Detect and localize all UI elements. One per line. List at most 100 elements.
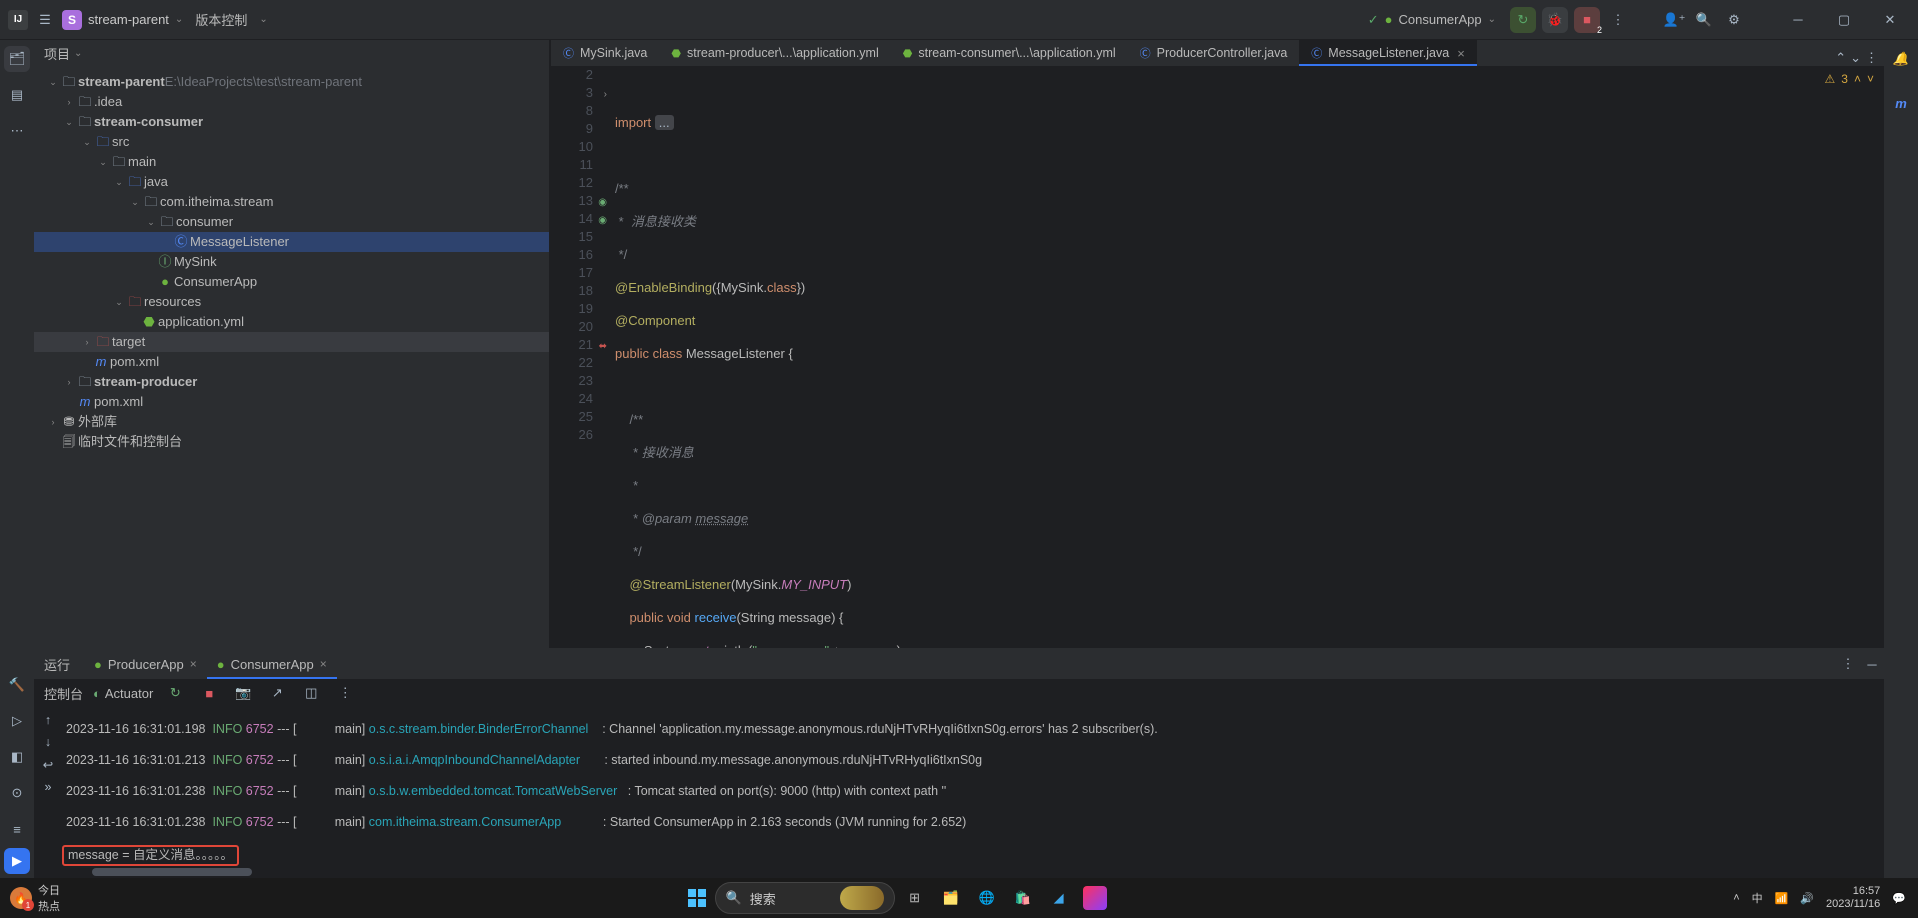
rerun-icon[interactable]: ↻ [163,685,187,701]
tree-node[interactable]: ⌄🗀com.itheima.stream [34,192,549,212]
scroll-to-end-icon[interactable]: » [45,780,52,794]
tree-node[interactable]: ⌄🗀resources [34,292,549,312]
gutter[interactable]: 2 3› 8 9 10 11 12 13◉ 14◉ 15 16 17 18 19… [551,66,611,648]
wifi-icon[interactable]: 📶 [1775,892,1789,905]
tab-mysink[interactable]: ⒸMySink.java [551,40,659,66]
taskbar-clock[interactable]: 16:572023/11/16 [1826,885,1880,911]
tree-file-pom[interactable]: mpom.xml [34,352,549,372]
notification-center-icon[interactable]: 💬 [1892,892,1906,905]
chevron-down-icon[interactable]: ⌄ [259,14,267,25]
close-icon[interactable]: × [1457,46,1465,61]
stop-icon[interactable]: ■ [197,686,221,701]
terminal-tool-button[interactable]: ≡ [4,816,30,842]
close-icon[interactable]: × [320,657,327,671]
volume-icon[interactable]: 🔊 [1800,892,1814,905]
close-icon[interactable]: × [190,657,197,671]
tab-producer-controller[interactable]: ⒸProducerController.java [1128,40,1300,66]
ime-icon[interactable]: 中 [1752,890,1763,906]
tree-root[interactable]: ⌄🗀stream-parent E:\IdeaProjects\test\str… [34,72,549,92]
more-actions-button[interactable]: ⋮ [1606,12,1630,28]
edge-icon[interactable]: 🌐 [971,882,1003,914]
run-tab-consumer[interactable]: ●ConsumerApp× [207,649,337,679]
debug-tool-button[interactable]: ◧ [4,744,30,770]
minimize-button[interactable]: ─ [1778,0,1818,40]
next-highlight-icon[interactable]: ˅ [1867,72,1874,86]
chevron-down-icon[interactable]: ⌄ [175,14,183,25]
inspection-widget[interactable]: ⚠3 ˄ ˅ [1825,72,1874,86]
tree-file-messagelistener[interactable]: ⒸMessageListener [34,232,549,252]
tab-consumer-yml[interactable]: ⬣stream-consumer\...\application.yml [891,40,1128,66]
console-output[interactable]: ↑ ↓ ↩ » 2023-11-16 16:31:01.198 INFO 675… [34,707,1884,866]
debug-button[interactable]: 🐞 [1542,7,1568,33]
tree-ext-libs[interactable]: ›⛃外部库 [34,412,549,432]
tree-file-consumerapp[interactable]: ●ConsumerApp [34,272,549,292]
maven-tool-button[interactable]: m [1888,90,1914,116]
tree-node[interactable]: ›🗀stream-producer [34,372,549,392]
tree-file-pom[interactable]: mpom.xml [34,392,549,412]
taskbar-weather[interactable]: 🔥1 今日热点 [10,882,60,914]
structure-tool-button[interactable]: ▤ [4,82,30,108]
tree-node[interactable]: ⌄🗀main [34,152,549,172]
tree-file-yml[interactable]: ⬣application.yml [34,312,549,332]
console-scrollbar[interactable] [34,866,1884,878]
project-name[interactable]: stream-parent [88,12,169,27]
services-run-icon[interactable]: ▶ [4,848,30,874]
tab-message-listener[interactable]: ⒸMessageListener.java× [1299,40,1477,66]
run-more-icon[interactable]: ⋮ [1836,656,1860,672]
scroll-up-icon[interactable]: ↑ [45,713,51,727]
run-tool-button[interactable]: ▷ [4,708,30,734]
explorer-icon[interactable]: 🗂️ [935,882,967,914]
start-button[interactable] [683,884,711,912]
hide-panel-icon[interactable]: ─ [1860,657,1884,672]
next-tab-icon[interactable]: ⌄ [1850,50,1861,66]
project-header[interactable]: 项目 ⌄ [34,40,549,66]
intellij-taskbar-icon[interactable] [1079,882,1111,914]
taskbar-search[interactable]: 🔍搜索 [715,882,895,914]
main-menu-button[interactable]: ☰ [34,12,56,28]
maximize-button[interactable]: ▢ [1824,0,1864,40]
more-tool-button[interactable]: ⋯ [4,118,30,144]
tree-node[interactable]: ›🗀.idea [34,92,549,112]
search-everywhere-icon[interactable]: 🔍 [1692,12,1716,28]
tree-scratch[interactable]: 🗐临时文件和控制台 [34,432,549,452]
tree-node[interactable]: ⌄🗀src [34,132,549,152]
tree-node[interactable]: ⌄🗀stream-consumer [34,112,549,132]
rerun-button[interactable]: ↻ [1510,7,1536,33]
exit-icon[interactable]: ↗ [265,685,289,701]
prev-tab-icon[interactable]: ⌃ [1835,50,1846,66]
close-button[interactable]: ✕ [1870,0,1910,40]
code-with-me-icon[interactable]: 👤⁺ [1662,12,1686,28]
vcs-menu[interactable]: 版本控制 [189,6,253,33]
tree-node[interactable]: ⌄🗀consumer [34,212,549,232]
warning-count: 3 [1841,72,1848,86]
code-editor[interactable]: 2 3› 8 9 10 11 12 13◉ 14◉ 15 16 17 18 19… [551,66,1884,648]
run-config-selector[interactable]: ✓ ● ConsumerApp ⌄ [1360,8,1504,32]
notifications-icon[interactable]: 🔔 [1888,46,1914,72]
project-tree[interactable]: ⌄🗀stream-parent E:\IdeaProjects\test\str… [34,66,549,648]
tree-node-target[interactable]: ›🗀target [34,332,549,352]
tab-more-icon[interactable]: ⋮ [1865,50,1878,66]
soft-wrap-icon[interactable]: ↩ [43,757,53,772]
problems-tool-button[interactable]: ⊙ [4,780,30,806]
settings-icon[interactable]: ⚙ [1722,12,1746,28]
console-tab-button[interactable]: 控制台 [44,684,83,703]
scroll-down-icon[interactable]: ↓ [45,735,51,749]
actuator-tab-button[interactable]: ◐Actuator [93,686,153,701]
tree-node[interactable]: ⌄🗀java [34,172,549,192]
tree-file-mysink[interactable]: ⒾMySink [34,252,549,272]
prev-highlight-icon[interactable]: ˄ [1854,72,1861,86]
code-content[interactable]: import ... /** * 消息接收类 */ @EnableBinding… [611,66,1884,648]
project-tool-button[interactable]: 🗂 [4,46,30,72]
layout-icon[interactable]: ◫ [299,685,323,701]
chevron-down-icon: ⌄ [74,48,82,59]
run-tab-producer[interactable]: ●ProducerApp× [84,649,207,679]
tab-producer-yml[interactable]: ⬣stream-producer\...\application.yml [659,40,890,66]
vscode-icon[interactable]: ◢ [1043,882,1075,914]
more-icon[interactable]: ⋮ [333,685,357,701]
store-icon[interactable]: 🛍️ [1007,882,1039,914]
tray-chevron-icon[interactable]: ˄ [1733,892,1739,904]
build-tool-button[interactable]: 🔨 [4,672,30,698]
dump-icon[interactable]: 📷 [231,685,255,701]
task-view-icon[interactable]: ⊞ [899,882,931,914]
stop-button[interactable]: ■2 [1574,7,1600,33]
